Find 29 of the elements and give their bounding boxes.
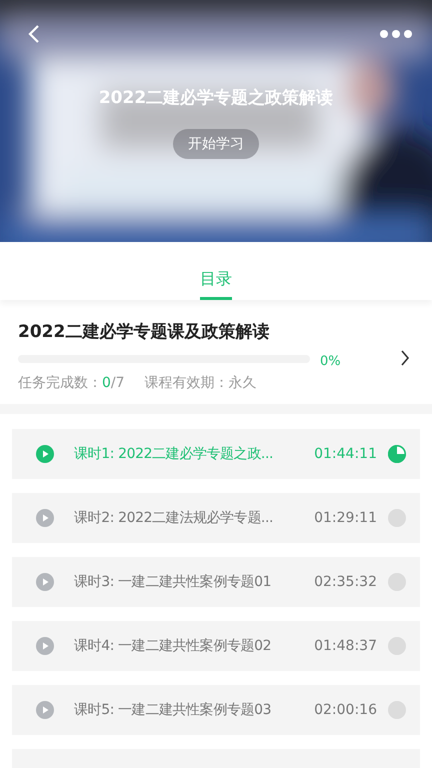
lesson-title: 课时5: 一建二建共性案例专题03: [74, 701, 272, 719]
play-icon: [36, 573, 54, 591]
lesson-title: 课时3: 一建二建共性案例专题01: [74, 573, 272, 591]
lesson-title: 课时4: 一建二建共性案例专题02: [74, 637, 272, 655]
lesson-duration: 01:44:11: [314, 446, 377, 462]
play-icon: [36, 445, 54, 463]
lesson-duration: 01:29:11: [314, 510, 377, 526]
play-icon: [36, 637, 54, 655]
validity-text: 课程有效期：永久: [144, 374, 257, 392]
play-icon: [36, 509, 54, 527]
lesson-item[interactable]: 课时4: 一建二建共性案例专题02 01:48:37: [12, 621, 420, 671]
lesson-item[interactable]: 课时3: 一建二建共性案例专题01 02:35:32: [12, 557, 420, 607]
lesson-duration: 01:48:37: [314, 638, 377, 654]
lesson-title: 课时1: 2022二建必学专题之政...: [74, 445, 274, 463]
lesson-duration: 02:00:16: [314, 702, 377, 718]
start-button[interactable]: 开始学习: [173, 129, 259, 159]
tab[interactable]: 目录: [200, 242, 232, 300]
course-name: 2022二建必学专题课及政策解读: [18, 321, 270, 343]
lesson-item[interactable]: 课时5: 一建二建共性案例专题03 02:00:16: [12, 685, 420, 735]
lesson-title: 课时2: 2022二建法规必学专题...: [74, 509, 274, 527]
task-count: 任务完成数：0/7: [18, 374, 125, 392]
more-button[interactable]: [379, 28, 413, 40]
lesson-item[interactable]: 课时2: 2022二建法规必学专题... 01:29:11: [12, 493, 420, 543]
progress-percent: 0%: [320, 353, 341, 369]
back-button[interactable]: [27, 23, 41, 45]
play-icon: [36, 701, 54, 719]
lesson-item[interactable]: 课时1: 2022二建必学专题之政... 01:44:11: [12, 429, 420, 479]
lesson-duration: 02:35:32: [314, 574, 377, 590]
chevron-right-icon[interactable]: [400, 350, 410, 366]
